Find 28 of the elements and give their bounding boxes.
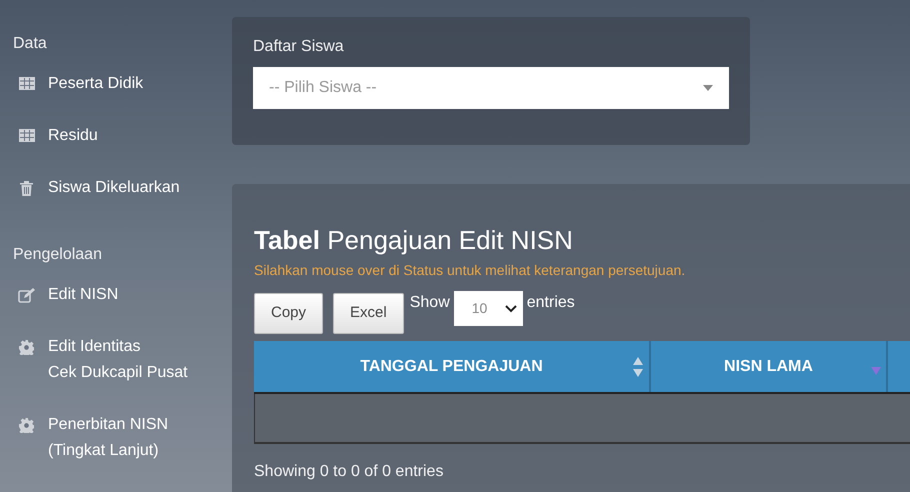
panel-title: Tabel Pengajuan Edit NISN [254, 224, 574, 256]
section-heading: Data [13, 34, 48, 54]
sidebar-item[interactable]: Residu [13, 123, 232, 149]
table-icon [18, 129, 34, 142]
section-heading: Pengelolaan [13, 245, 103, 265]
trash-icon [20, 181, 33, 196]
gear-icon [19, 418, 34, 433]
edit-icon [18, 288, 35, 303]
sidebar-item[interactable]: Penerbitan NISN (Tingkat Lanjut) [13, 412, 232, 464]
show-label: Show [410, 293, 450, 313]
entries-label: entries [526, 293, 575, 313]
sidebar-item[interactable]: Siswa Dikeluarkan [13, 175, 232, 201]
field-label: Daftar Siswa [253, 37, 345, 57]
export-button[interactable]: Copy [254, 293, 324, 334]
gear-icon [19, 340, 34, 355]
table-icon [18, 77, 34, 90]
table-info: Showing 0 to 0 of 0 entries [254, 462, 444, 482]
sidebar-item[interactable]: Edit NISN [13, 282, 232, 308]
column-header[interactable]: NISN LAMA [651, 341, 888, 392]
chevron-icon [504, 304, 517, 312]
hint-text: Silahkan mouse over di Status untuk melihat keterangan persetujuan. [254, 261, 686, 280]
student-select[interactable]: -- Pilih Siswa -- [253, 67, 729, 109]
column-header[interactable]: TANGGAL PENGAJUAN [254, 341, 651, 392]
page-length-select[interactable]: 10 [454, 291, 523, 326]
sidebar-item[interactable]: Peserta Didik [13, 71, 232, 97]
export-button[interactable]: Excel [333, 293, 404, 334]
sidebar-item[interactable]: Edit Identitas Cek Dukcapil Pusat [13, 334, 232, 386]
caret-icon [703, 85, 713, 91]
